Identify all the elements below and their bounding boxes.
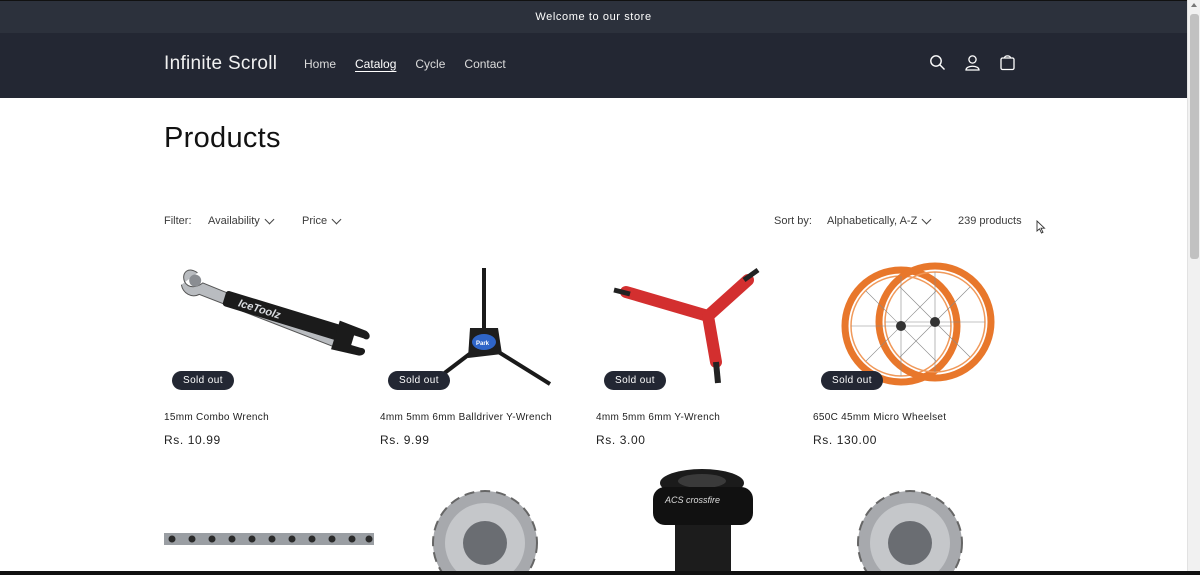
product-card[interactable]: IceToolz Sold out 15mm Combo Wrench Rs. … <box>164 258 374 458</box>
y-wrench-image <box>613 267 760 384</box>
product-price: Rs. 3.00 <box>596 433 646 447</box>
product-card[interactable]: Sold out 650C 45mm Micro Wheelset Rs. 13… <box>813 258 1023 458</box>
product-price: Rs. 130.00 <box>813 433 878 447</box>
scrollbar[interactable] <box>1187 0 1200 575</box>
search-icon[interactable] <box>928 53 947 72</box>
combo-wrench-image: IceToolz <box>180 269 370 356</box>
page-title: Products <box>164 122 281 154</box>
micro-wheelset-image <box>841 262 995 386</box>
chain-image[interactable] <box>164 525 374 555</box>
product-price: Rs. 10.99 <box>164 433 221 447</box>
filter-label: Filter: <box>164 215 192 227</box>
site-header: Infinite Scroll Home Catalog Cycle Conta… <box>0 33 1187 98</box>
sort-value: Alphabetically, A-Z <box>827 215 918 227</box>
bottom-border <box>0 571 1200 575</box>
product-card[interactable]: Park Sold out 4mm 5mm 6mm Balldriver Y-W… <box>380 258 590 458</box>
sold-out-badge: Sold out <box>172 371 234 390</box>
announcement-bar: Welcome to our store <box>0 0 1187 33</box>
product-price: Rs. 9.99 <box>380 433 430 447</box>
freewheel-cog-image[interactable] <box>845 478 975 573</box>
main-nav: Home Catalog Cycle Contact <box>304 57 506 71</box>
mouse-cursor-icon <box>1036 220 1046 234</box>
chevron-down-icon <box>331 214 342 224</box>
chevron-down-icon <box>921 214 932 224</box>
availability-filter[interactable]: Availability <box>208 214 275 227</box>
sold-out-badge: Sold out <box>388 371 450 390</box>
balldriver-y-wrench-image: Park <box>436 268 552 386</box>
sold-out-badge: Sold out <box>821 371 883 390</box>
price-filter[interactable]: Price <box>302 214 342 227</box>
cart-icon[interactable] <box>998 53 1017 72</box>
header-icons <box>928 53 1017 72</box>
headset-image[interactable]: ACS crossfire <box>645 463 760 573</box>
price-label: Price <box>302 215 328 227</box>
announcement-text: Welcome to our store <box>535 11 652 23</box>
nav-home[interactable]: Home <box>304 57 336 71</box>
availability-label: Availability <box>208 215 260 227</box>
svg-text:ACS crossfire: ACS crossfire <box>664 495 720 505</box>
product-count: 239 products <box>958 215 1022 227</box>
sort-select[interactable]: Alphabetically, A-Z <box>827 214 932 227</box>
freewheel-cog-image[interactable] <box>420 478 550 573</box>
nav-cycle[interactable]: Cycle <box>415 57 445 71</box>
product-name[interactable]: 650C 45mm Micro Wheelset <box>813 412 946 423</box>
nav-contact[interactable]: Contact <box>464 57 505 71</box>
account-icon[interactable] <box>963 53 982 72</box>
product-name[interactable]: 4mm 5mm 6mm Y-Wrench <box>596 412 720 423</box>
filter-bar: Filter: Availability Price Sort by: Alph… <box>164 214 1044 231</box>
chevron-down-icon <box>264 214 275 224</box>
store-logo[interactable]: Infinite Scroll <box>164 53 277 75</box>
product-card[interactable]: Sold out 4mm 5mm 6mm Y-Wrench Rs. 3.00 <box>596 258 806 458</box>
product-name[interactable]: 4mm 5mm 6mm Balldriver Y-Wrench <box>380 412 552 423</box>
sold-out-badge: Sold out <box>604 371 666 390</box>
nav-catalog[interactable]: Catalog <box>355 57 396 71</box>
scrollbar-thumb[interactable] <box>1190 14 1199 259</box>
svg-text:Park: Park <box>476 341 490 347</box>
product-name[interactable]: 15mm Combo Wrench <box>164 412 269 423</box>
scroll-up-arrow-icon[interactable] <box>1191 3 1197 7</box>
sort-label: Sort by: <box>774 215 812 227</box>
